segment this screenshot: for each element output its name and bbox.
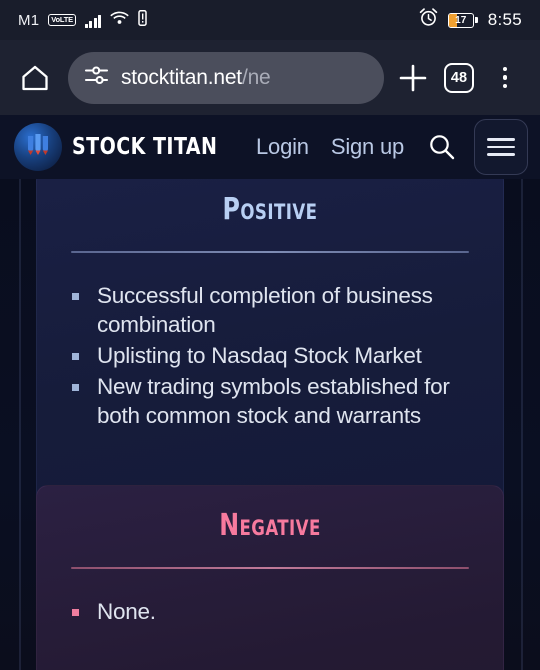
negative-card-divider [71,567,469,569]
url-text: stocktitan.net/ne [121,66,271,90]
positive-card-divider [71,251,469,253]
list-item: New trading symbols established for both… [71,372,469,430]
site-header: STOCK TITAN Login Sign up [0,115,540,179]
sim-alert-icon [138,9,148,31]
signal-bars-icon [84,13,102,28]
header-nav: Login Sign up [256,134,404,160]
url-bar[interactable]: stocktitan.net/ne [68,51,384,104]
url-domain: stocktitan.net [121,65,242,89]
battery-indicator: 17 [447,12,478,28]
battery-tip [475,17,478,23]
page-content: Positive Successful completion of busine… [0,179,540,670]
browser-toolbar: stocktitan.net/ne 48 [0,40,540,115]
battery-level-label: 17 [455,14,467,26]
tab-counter-button[interactable]: 48 [436,55,482,101]
search-icon[interactable] [422,127,462,167]
url-path: /ne [241,65,271,89]
positive-bullet-list: Successful completion of business combin… [71,281,469,430]
alarm-clock-icon [419,8,438,32]
hamburger-menu-icon[interactable] [474,119,529,175]
clock-label: 8:55 [487,10,522,29]
home-icon[interactable] [12,55,58,101]
positive-card-title: Positive [222,192,318,227]
negative-card-title: Negative [219,508,321,543]
page-rail-right [521,179,523,670]
status-bar-left: M1 VoLTE [18,9,148,31]
phone-screen: M1 VoLTE 17 8:55 stocktitan.net/ne 48 ST… [0,0,540,670]
kebab-menu-icon[interactable] [482,55,528,101]
volte-badge: VoLTE [48,14,76,26]
plus-icon[interactable] [390,55,436,101]
battery-icon: 17 [447,12,474,28]
brand-label: STOCK TITAN [72,134,218,160]
status-bar: M1 VoLTE 17 8:55 [0,0,540,40]
stock-titan-logo-icon[interactable] [14,123,62,171]
tab-count-label: 48 [444,62,474,93]
wifi-icon [110,10,130,30]
negative-card: Negative None. [36,485,504,670]
list-item: Uplisting to Nasdaq Stock Market [71,341,469,370]
page-rail-left [19,179,21,670]
negative-bullet-list: None. [71,597,469,626]
list-item: Successful completion of business combin… [71,281,469,339]
nav-link-login[interactable]: Login [256,134,309,160]
carrier-label: M1 [18,11,40,29]
nav-link-signup[interactable]: Sign up [331,134,404,160]
site-settings-icon[interactable] [84,63,109,93]
list-item: None. [71,597,469,626]
status-bar-right: 17 8:55 [419,8,522,32]
